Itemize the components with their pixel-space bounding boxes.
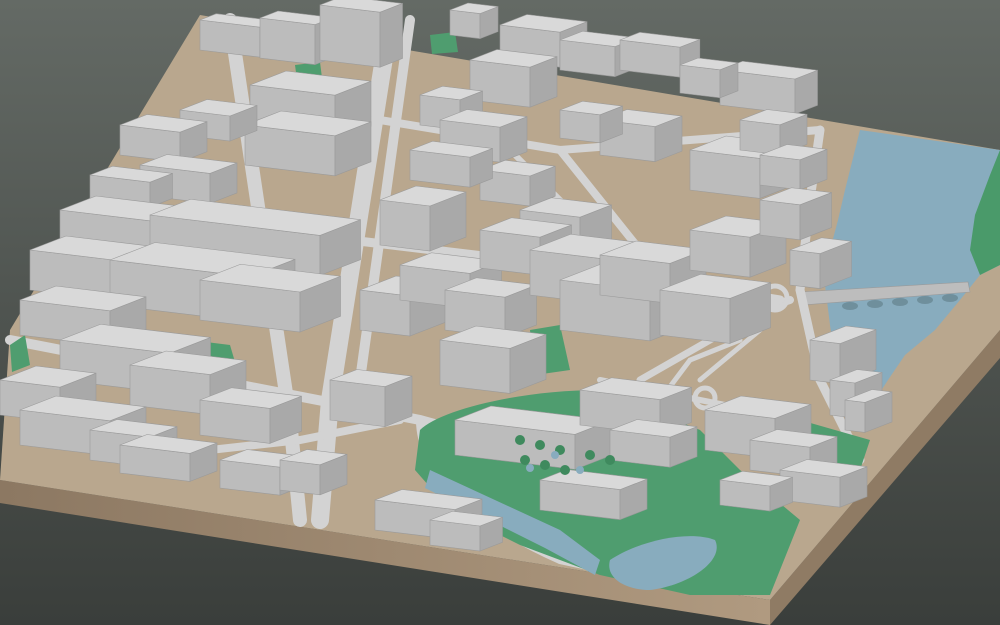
city-3d-model — [0, 0, 1000, 625]
building-facade — [559, 109, 601, 144]
building-facade — [759, 199, 801, 241]
building-facade — [659, 289, 731, 344]
building-facade — [379, 199, 431, 252]
building-facade — [844, 399, 866, 433]
building-facade — [759, 154, 801, 191]
building-facade — [449, 9, 481, 39]
building-facade — [689, 229, 751, 278]
building-facade — [279, 459, 321, 496]
building-facade — [439, 339, 511, 394]
building-facade — [259, 17, 316, 65]
building-side — [379, 3, 403, 68]
building-facade — [789, 249, 821, 289]
building-facade — [679, 64, 721, 99]
building-facade — [319, 4, 381, 68]
building-facade — [329, 379, 386, 427]
building-facade — [809, 339, 841, 384]
